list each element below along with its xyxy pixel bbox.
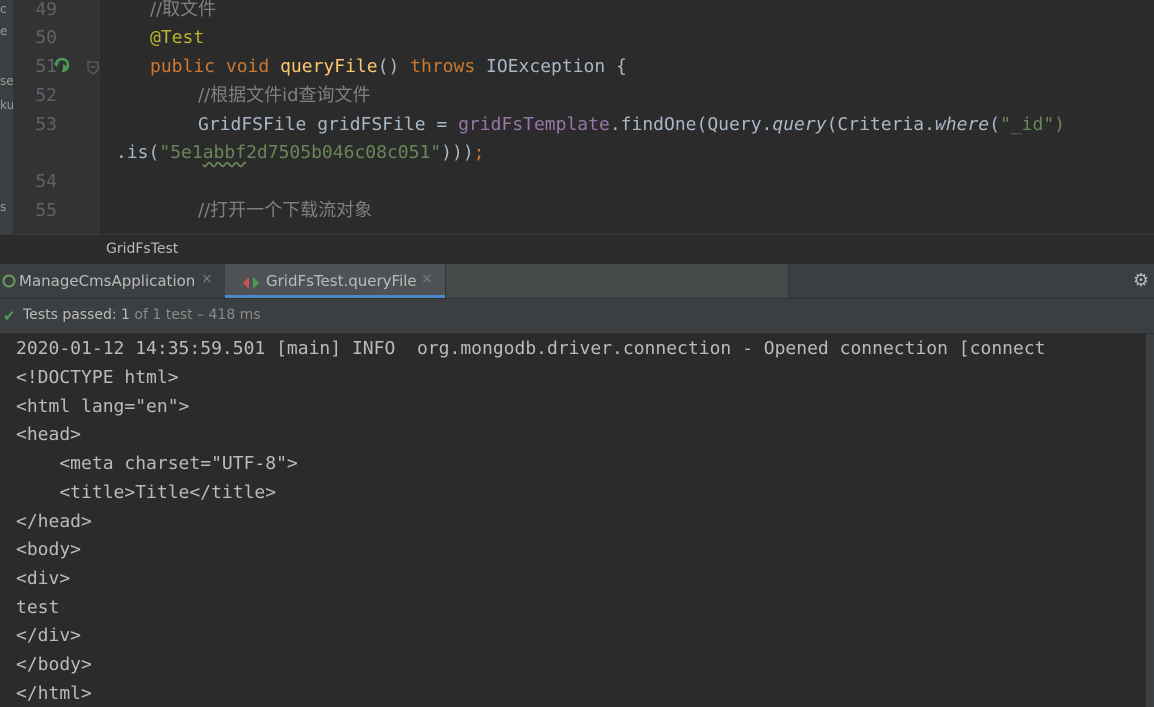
console-line: 2020-01-12 14:35:59.501 [main] INFO org.… bbox=[16, 338, 1046, 359]
gear-icon[interactable]: ⚙ bbox=[1128, 264, 1154, 298]
static-method: where bbox=[934, 114, 990, 135]
keyword: public bbox=[150, 56, 216, 77]
tab-label: GridFsTest.queryFile bbox=[266, 272, 417, 290]
comment: //打开一个下载流对象 bbox=[198, 200, 373, 221]
panel-edge-text: e bbox=[0, 24, 8, 38]
panel-edge-text: ku bbox=[0, 98, 13, 112]
line-number: 55 bbox=[35, 200, 57, 221]
code-line[interactable]: //取文件 bbox=[150, 0, 216, 20]
line-number: 54 bbox=[35, 171, 57, 192]
string-literal: "_id") bbox=[999, 114, 1065, 135]
method-name: queryFile bbox=[280, 56, 378, 77]
code-text: .is( bbox=[116, 142, 160, 163]
code-text: ( bbox=[989, 114, 1000, 135]
status-count: 1 bbox=[121, 307, 130, 323]
console-scrollbar[interactable] bbox=[1146, 334, 1154, 707]
code-text: ))) bbox=[441, 142, 474, 163]
project-panel-edge[interactable]: c e se ku s bbox=[0, 0, 13, 234]
code-line[interactable]: .is("5e1abbf2d7505b046c08c051"))); bbox=[116, 143, 485, 163]
comment: //取文件 bbox=[150, 0, 217, 20]
code-line[interactable]: GridFSFile gridFSFile = gridFsTemplate.f… bbox=[198, 115, 1065, 135]
keyword: throws bbox=[410, 56, 476, 77]
test-status-bar: ✔ Tests passed: 1 of 1 test – 418 ms bbox=[0, 299, 1154, 334]
console-line: test bbox=[16, 597, 60, 618]
code-line[interactable]: @Test bbox=[150, 28, 204, 48]
line-number: 51 bbox=[35, 56, 57, 77]
console-line: </head> bbox=[16, 511, 92, 532]
string-literal: 2d7505b046c08c051" bbox=[246, 142, 442, 163]
test-result-text: Tests passed: 1 of 1 test – 418 ms bbox=[23, 307, 261, 323]
panel-edge-text: se bbox=[0, 74, 13, 88]
typo-highlight: abbf bbox=[202, 142, 247, 163]
breadcrumb[interactable]: GridFsTest bbox=[0, 234, 1154, 265]
status-prefix: Tests passed: bbox=[23, 307, 122, 323]
close-icon[interactable]: × bbox=[421, 271, 433, 287]
breadcrumb-class[interactable]: GridFsTest bbox=[106, 241, 178, 257]
semicolon: ; bbox=[473, 142, 485, 163]
console-line: <body> bbox=[16, 539, 82, 560]
console-line: <html lang="en"> bbox=[16, 396, 190, 417]
code-line[interactable]: //打开一个下载流对象 bbox=[198, 201, 372, 221]
code-text: (Criteria. bbox=[826, 114, 935, 135]
tab-label: ManageCmsApplication bbox=[19, 272, 196, 290]
code-text: .findOne(Query. bbox=[609, 114, 773, 135]
spring-boot-icon bbox=[2, 274, 16, 288]
panel-edge-text: s bbox=[0, 200, 7, 214]
code-text: IOException { bbox=[475, 56, 627, 77]
static-method: query bbox=[772, 114, 827, 135]
check-icon: ✔ bbox=[3, 307, 16, 325]
fold-icon[interactable] bbox=[87, 60, 99, 75]
run-test-icon[interactable] bbox=[53, 56, 71, 74]
tab-gridfstest-queryfile[interactable]: GridFsTest.queryFile × bbox=[225, 264, 445, 298]
field-name: gridFsTemplate bbox=[458, 114, 610, 135]
keyword: void bbox=[225, 56, 270, 77]
console-line: </body> bbox=[16, 654, 92, 675]
console-line: </html> bbox=[16, 683, 92, 704]
code-text: () bbox=[377, 56, 411, 77]
line-number: 52 bbox=[35, 85, 57, 106]
line-number: 50 bbox=[35, 27, 57, 48]
line-number-gutter[interactable]: 49 50 51 52 53 54 55 bbox=[13, 0, 100, 234]
console-line: <title>Title</title> bbox=[16, 482, 277, 503]
line-number: 49 bbox=[35, 0, 57, 20]
console-output[interactable]: 2020-01-12 14:35:59.501 [main] INFO org.… bbox=[0, 334, 1146, 707]
comment: //根据文件id查询文件 bbox=[198, 85, 371, 106]
string-literal: " bbox=[159, 142, 171, 163]
console-line: <div> bbox=[16, 568, 71, 589]
run-tab-bar: ManageCmsApplication × GridFsTest.queryF… bbox=[0, 264, 1154, 299]
panel-edge-text: c bbox=[0, 2, 7, 16]
close-icon[interactable]: × bbox=[201, 271, 213, 287]
console-line: </div> bbox=[16, 625, 82, 646]
line-number: 53 bbox=[35, 114, 57, 135]
code-line[interactable]: //根据文件id查询文件 bbox=[198, 86, 371, 106]
console-line: <meta charset="UTF-8"> bbox=[16, 453, 298, 474]
code-editor[interactable]: c e se ku s 49 50 51 52 53 54 55 //取文件 @… bbox=[0, 0, 1154, 234]
tab-manage-cms-application[interactable]: ManageCmsApplication × bbox=[0, 264, 225, 298]
annotation: @Test bbox=[150, 27, 205, 48]
code-line[interactable]: public void queryFile() throws IOExcepti… bbox=[150, 57, 627, 77]
test-diamond-icon bbox=[243, 275, 259, 289]
status-detail: of 1 test – 418 ms bbox=[129, 307, 261, 323]
string-literal: 5e1 bbox=[170, 142, 203, 163]
tab-strip-filler bbox=[445, 264, 789, 298]
console-line: <!DOCTYPE html> bbox=[16, 367, 179, 388]
code-text: GridFSFile gridFSFile = bbox=[198, 114, 459, 135]
console-line: <head> bbox=[16, 424, 82, 445]
